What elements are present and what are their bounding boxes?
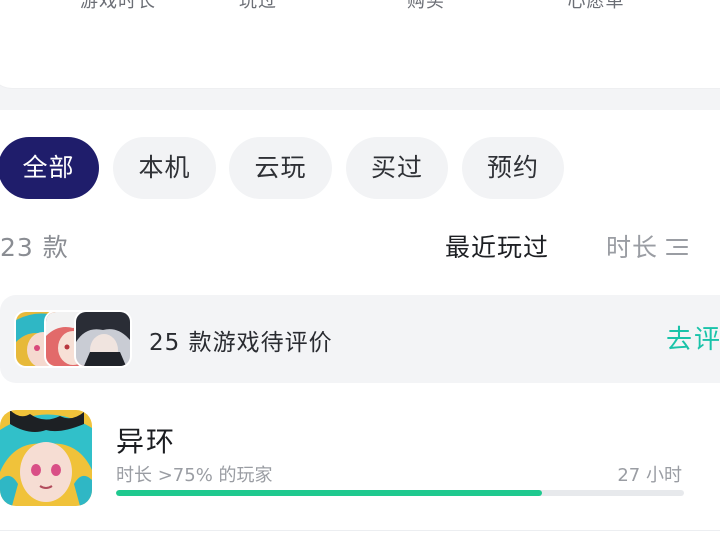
game-avatar [74, 310, 132, 368]
stat-label: 游戏时长 [80, 0, 156, 12]
game-list-item[interactable]: 异环 时长 >75% 的玩家 27 小时 [0, 400, 720, 520]
filter-chip-reserved[interactable]: 预约 [462, 137, 564, 199]
sort-order-icon [666, 236, 689, 258]
sort-recent-played[interactable]: 最近玩过 [445, 228, 549, 264]
filter-chip-purchased[interactable]: 买过 [346, 137, 448, 199]
sort-duration-label: 时长 [606, 233, 659, 262]
filter-chip-all[interactable]: 全部 [0, 137, 99, 199]
list-divider [0, 530, 720, 531]
sort-duration[interactable]: 时长 [606, 228, 689, 264]
game-playtime-rank: 时长 >75% 的玩家 [116, 465, 273, 486]
filter-chip-cloud[interactable]: 云玩 [229, 137, 332, 199]
game-library-page: 游戏时长 玩过 购买 心愿单 全部 本机 云玩 买过 预约 23 款 最近玩过 … [0, 0, 720, 540]
stat-label: 购买 [407, 0, 445, 12]
stat-label: 玩过 [239, 0, 277, 12]
playtime-progress-fill [116, 490, 542, 496]
game-count: 23 款 [0, 233, 69, 262]
pending-review-text: 25 款游戏待评价 [149, 330, 333, 356]
game-title: 异环 [116, 425, 177, 458]
filter-chips: 全部 本机 云玩 买过 预约 [0, 137, 720, 199]
game-hours: 27 小时 [617, 465, 682, 486]
game-avatar-stack [14, 310, 134, 368]
playtime-progress-bar [116, 490, 684, 496]
game-cover [0, 410, 92, 506]
stats-card: 游戏时长 玩过 购买 心愿单 [0, 0, 720, 88]
stat-label: 心愿单 [567, 0, 625, 12]
pending-review-banner[interactable]: 25 款游戏待评价 去评 [0, 295, 720, 383]
go-review-link[interactable]: 去评 [666, 319, 720, 356]
filter-chip-local[interactable]: 本机 [113, 137, 216, 199]
